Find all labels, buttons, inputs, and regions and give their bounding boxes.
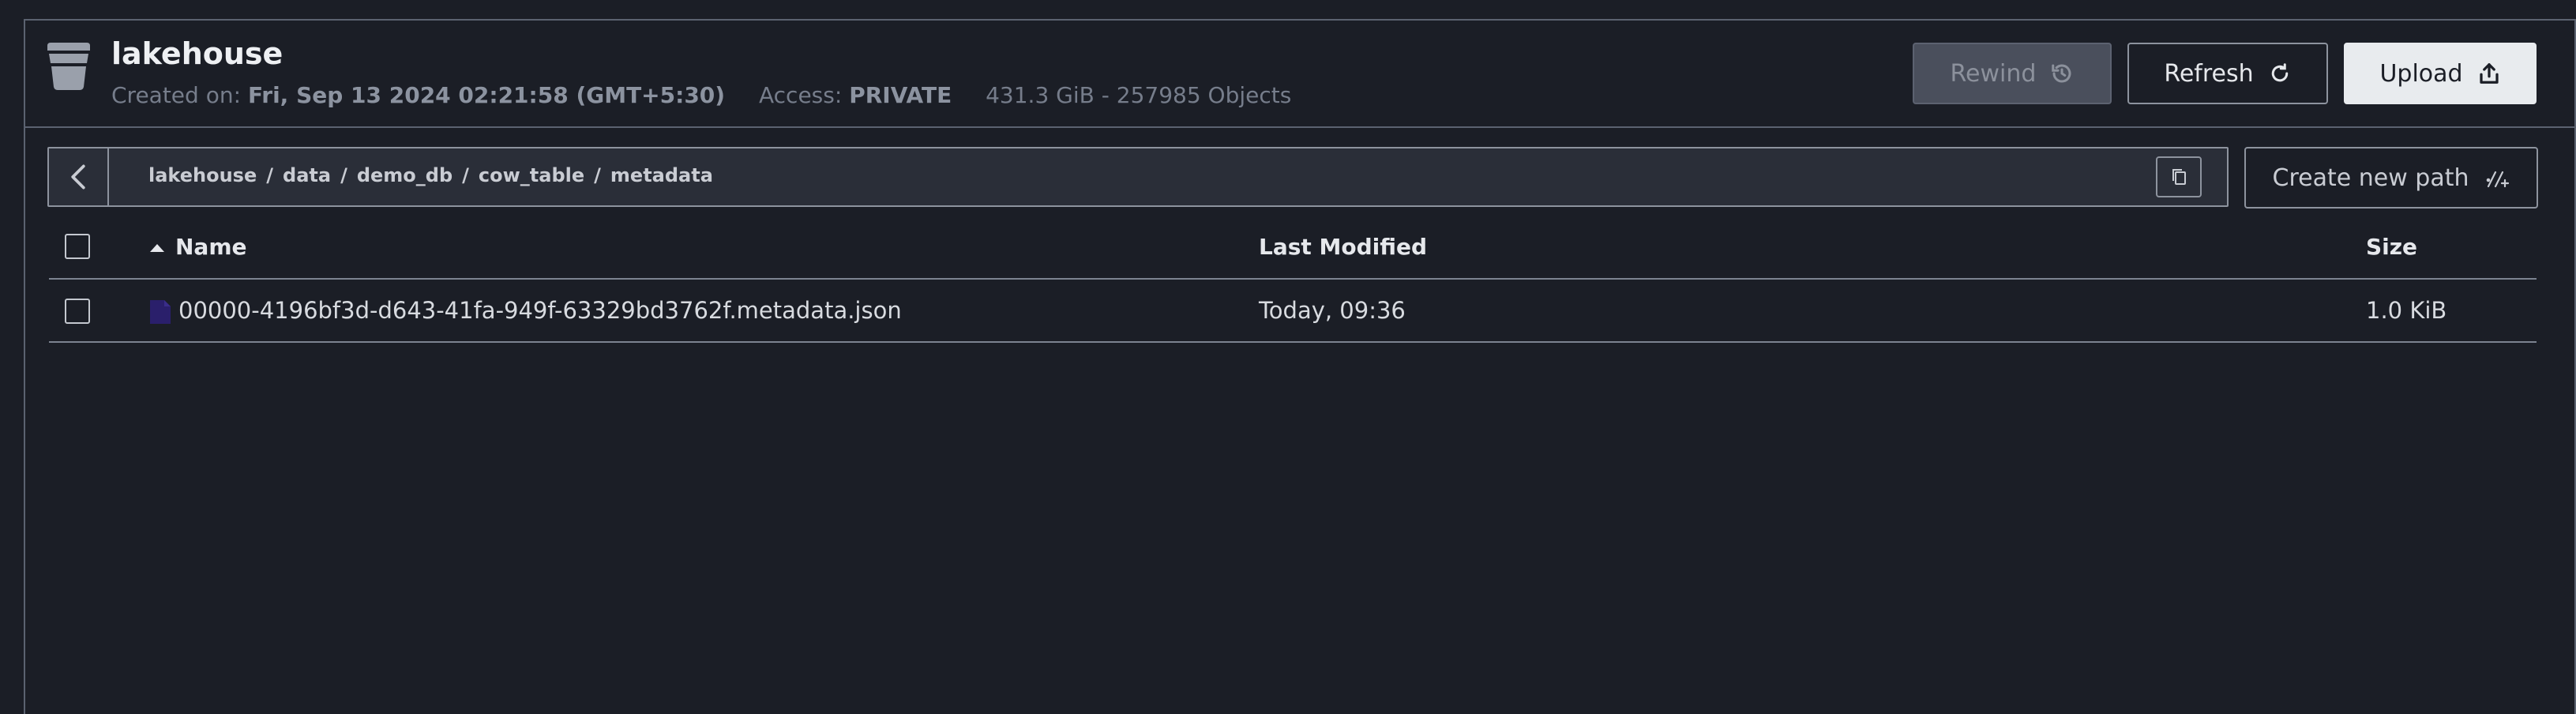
history-icon [2052, 64, 2071, 83]
breadcrumb-separator: / [594, 164, 601, 186]
sort-up-icon [150, 244, 164, 252]
breadcrumb-data[interactable]: data [283, 164, 331, 186]
upload-button[interactable]: Upload [2344, 43, 2537, 104]
created-value: Fri, Sep 13 2024 02:21:58 (GMT+5:30) [247, 82, 726, 108]
copy-icon [2172, 169, 2186, 185]
access-value: PRIVATE [849, 82, 952, 108]
row-checkbox[interactable] [65, 299, 90, 324]
size-column-header[interactable]: Size [2366, 234, 2417, 260]
breadcrumb-metadata[interactable]: metadata [610, 164, 713, 186]
file-name-cell[interactable]: 00000-4196bf3d-d643-41fa-949f-63329bd376… [148, 297, 902, 325]
create-new-path-label: Create new path [2272, 163, 2469, 192]
chevron-left-icon [71, 164, 85, 190]
name-header-label: Name [175, 234, 247, 260]
rewind-label: Rewind [1950, 59, 2037, 88]
breadcrumb-lakehouse[interactable]: lakehouse [148, 164, 257, 186]
last-modified-cell: Today, 09:36 [1259, 297, 1406, 324]
breadcrumb: lakehouse / data / demo_db / cow_table / metadat… [148, 164, 713, 186]
bucket-meta: Created on: Fri, Sep 13 2024 02:21:58 (G… [111, 82, 1291, 108]
copy-path-button[interactable] [2156, 156, 2202, 197]
breadcrumb-separator: / [462, 164, 469, 186]
table-header: Name Last Modified Size [49, 215, 2537, 280]
size-cell: 1.0 KiB [2366, 297, 2447, 324]
last-modified-column-header[interactable]: Last Modified [1259, 234, 1427, 260]
breadcrumb-separator: / [340, 164, 347, 186]
access-label: Access: [759, 82, 843, 108]
create-new-path-button[interactable]: Create new path [2244, 147, 2538, 209]
breadcrumb-separator: / [266, 164, 274, 186]
new-path-icon [2487, 171, 2510, 188]
path-breadcrumb-bar: lakehouse / data / demo_db / cow_table / metadat… [47, 147, 2229, 207]
bucket-header: lakehouse Created on: Fri, Sep 13 2024 0… [24, 19, 2576, 128]
table-row[interactable]: 00000-4196bf3d-d643-41fa-949f-63329bd376… [49, 280, 2537, 343]
bucket-name: lakehouse [111, 36, 284, 71]
upload-label: Upload [2379, 59, 2463, 88]
rewind-button[interactable]: Rewind [1913, 43, 2112, 104]
name-column-header[interactable]: Name [148, 234, 247, 260]
bucket-icon [47, 43, 90, 90]
refresh-button[interactable]: Refresh [2127, 43, 2328, 104]
back-button[interactable] [49, 148, 109, 205]
select-all-checkbox[interactable] [65, 234, 90, 259]
created-label: Created on: [111, 82, 242, 108]
breadcrumb-demo-db[interactable]: demo_db [357, 164, 452, 186]
usage-summary: 431.3 GiB - 257985 Objects [986, 82, 1292, 108]
file-name: 00000-4196bf3d-d643-41fa-949f-63329bd376… [178, 297, 902, 324]
object-table: Name Last Modified Size 00000-4196bf3d-d… [49, 215, 2537, 343]
upload-icon [2479, 63, 2499, 84]
file-icon [150, 300, 171, 324]
refresh-icon [2271, 63, 2288, 82]
refresh-label: Refresh [2164, 59, 2254, 88]
breadcrumb-cow-table[interactable]: cow_table [479, 164, 584, 186]
